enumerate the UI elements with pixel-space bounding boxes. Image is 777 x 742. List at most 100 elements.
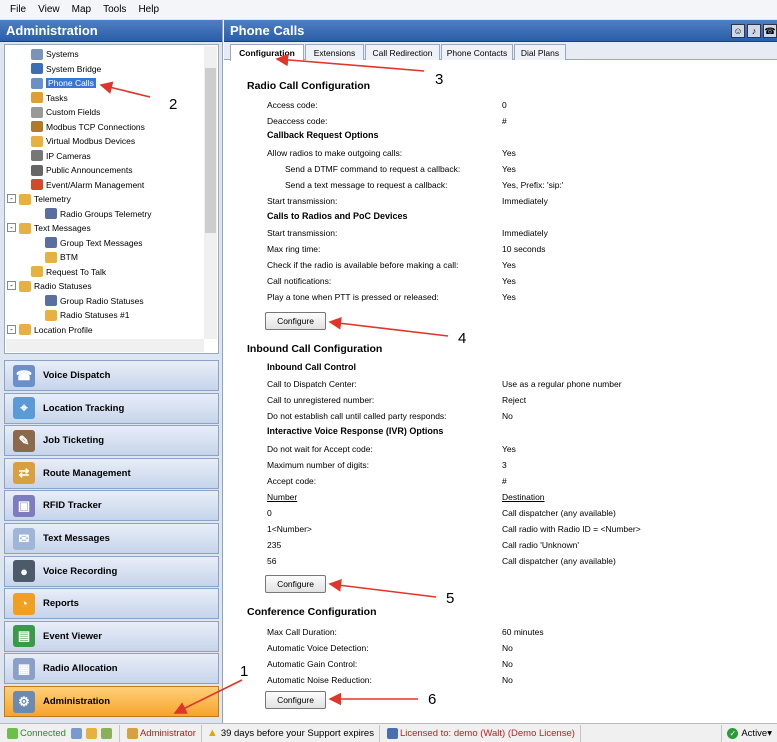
tree-item[interactable]: Tasks [31,91,68,105]
status-bar: Connected Administrator ▲ 39 days before… [0,723,777,742]
folder-icon [45,309,57,321]
bridge-icon [31,63,43,74]
annotation-4: 4 [458,330,467,347]
ivr-subtitle: Interactive Voice Response (IVR) Options [267,426,444,436]
job-ticketing-icon: ✎ [13,429,35,452]
ivr-destination-1: Call radio with Radio ID = <Number> [502,524,641,534]
nav-button-label: Reports [43,598,79,610]
menu-map[interactable]: Map [66,4,97,15]
noise-reduction-value: No [502,675,513,685]
tab-configuration[interactable]: Configuration [230,44,304,61]
tree-item[interactable]: - Location Profile [7,323,93,337]
menu-file[interactable]: File [4,4,32,15]
active-status[interactable]: ✓ Active ▾ [721,724,777,742]
nav-button[interactable]: ⚙ Administration [4,686,219,717]
start-transmission2-label: Start transmission: [267,228,338,238]
tree-horizontal-scrollbar[interactable] [6,339,204,352]
tree-item[interactable]: Public Announcements [31,163,132,177]
text-callback-label: Send a text message to request a callbac… [285,180,448,190]
destination-column-header: Destination [502,492,545,502]
menu-view[interactable]: View [32,4,66,15]
nav-button[interactable]: ⌖ Location Tracking [4,392,219,424]
tab-extensions[interactable]: Extensions [305,44,364,60]
tree-item[interactable]: Virtual Modbus Devices [31,134,135,148]
speaker-icon[interactable]: ♪ [747,24,761,38]
tree-item[interactable]: - Text Messages [7,221,91,235]
number-column-header: Number [267,492,298,502]
virtual-modbus-icon [31,135,43,147]
scroll-thumb[interactable] [205,68,216,233]
tree-item[interactable]: Event/Alarm Management [31,178,144,192]
user-name: Administrator [139,727,196,739]
calls-subtitle: Calls to Radios and PoC Devices [267,211,408,221]
tab-dial-plans[interactable]: Dial Plans [514,44,566,60]
tab-call-redirection[interactable]: Call Redirection [365,44,440,60]
custom-fields-icon [31,106,43,118]
tree-item[interactable]: Systems [31,47,79,61]
tab-phone-contacts[interactable]: Phone Contacts [441,44,513,60]
tree-item-label: Phone Calls [46,78,96,88]
user-icon[interactable]: ☺ [731,24,745,38]
warning-icon: ▲ [206,727,218,739]
tree-item[interactable]: Modbus TCP Connections [31,120,145,134]
configure-inbound-button[interactable]: Configure [265,575,326,593]
tree-item[interactable]: - Radio Statuses [7,279,92,293]
network-icon [70,727,82,739]
max-digits-label: Maximum number of digits: [267,460,370,470]
active-text: Active [741,727,768,739]
tree-item[interactable]: Custom Fields [31,105,100,119]
configure-conference-button[interactable]: Configure [265,691,326,709]
nav-button[interactable]: ● Voice Recording [4,555,219,587]
tree-item-label: Public Announcements [46,165,133,175]
tree-item[interactable]: Request To Talk [31,265,106,279]
nav-button[interactable]: ⇄ Route Management [4,457,219,489]
collapse-toggle[interactable]: - [7,281,16,290]
location-tracking-icon: ⌖ [13,397,35,420]
unregistered-value: Reject [502,395,527,405]
menu-help[interactable]: Help [132,4,165,15]
tree-item[interactable]: Radio Statuses #1 [45,308,129,322]
annotation-2: 2 [169,96,178,113]
nav-button[interactable]: ▦ Radio Allocation [4,653,219,685]
tree-vertical-scrollbar[interactable] [204,46,217,339]
nav-button[interactable]: ☎ Voice Dispatch [4,360,219,391]
tree-item[interactable]: IP Cameras [31,149,91,163]
nav-button[interactable]: ▤ Event Viewer [4,620,219,652]
check-available-value: Yes [502,260,516,270]
check-available-label: Check if the radio is available before m… [267,260,459,270]
deaccess-code-value: # [502,116,507,126]
tree-item-label: Tasks [46,92,68,103]
nav-button[interactable]: ✎ Job Ticketing [4,425,219,457]
tree-item[interactable]: Phone Calls [31,76,96,90]
ivr-number-0: 0 [267,508,272,518]
gain-control-value: No [502,659,513,669]
collapse-toggle[interactable]: - [7,223,16,232]
chevron-down-icon: ▾ [767,727,772,739]
tree-item[interactable]: Radio Groups Telemetry [45,207,152,221]
nav-button-label: Event Viewer [43,630,102,642]
tree-item-label: Location Profile [34,324,93,335]
tree-item[interactable]: Group Text Messages [45,236,143,250]
ivr-destination-3: Call dispatcher (any available) [502,556,616,566]
collapse-toggle[interactable]: - [7,324,16,334]
tree-item-label: Radio Statuses [34,281,92,291]
tree-item[interactable]: System Bridge [31,62,101,76]
tree-item[interactable]: BTM [45,250,78,264]
phone-icon[interactable]: ☎ [763,24,777,38]
nav-button-label: RFID Tracker [43,500,102,512]
license-status: Licensed to: demo (Walt) (Demo License) [380,724,581,742]
folder-icon [31,266,43,277]
route-management-icon: ⇄ [13,462,35,485]
max-digits-value: 3 [502,460,507,470]
menu-tools[interactable]: Tools [97,4,132,15]
inbound-section-title: Inbound Call Configuration [247,343,383,355]
nav-button[interactable]: ▣ RFID Tracker [4,490,219,522]
configure-radio-button[interactable]: Configure [265,312,326,330]
tree-item[interactable]: - Telemetry [7,192,71,206]
tree-item[interactable]: Group Radio Statuses [45,294,144,308]
dispatch-center-label: Call to Dispatch Center: [267,379,357,389]
collapse-toggle[interactable]: - [7,194,16,203]
nav-button[interactable]: ◔ Reports [4,588,219,620]
nav-button[interactable]: ✉ Text Messages [4,523,219,554]
deaccess-code-label: Deaccess code: [267,116,328,126]
